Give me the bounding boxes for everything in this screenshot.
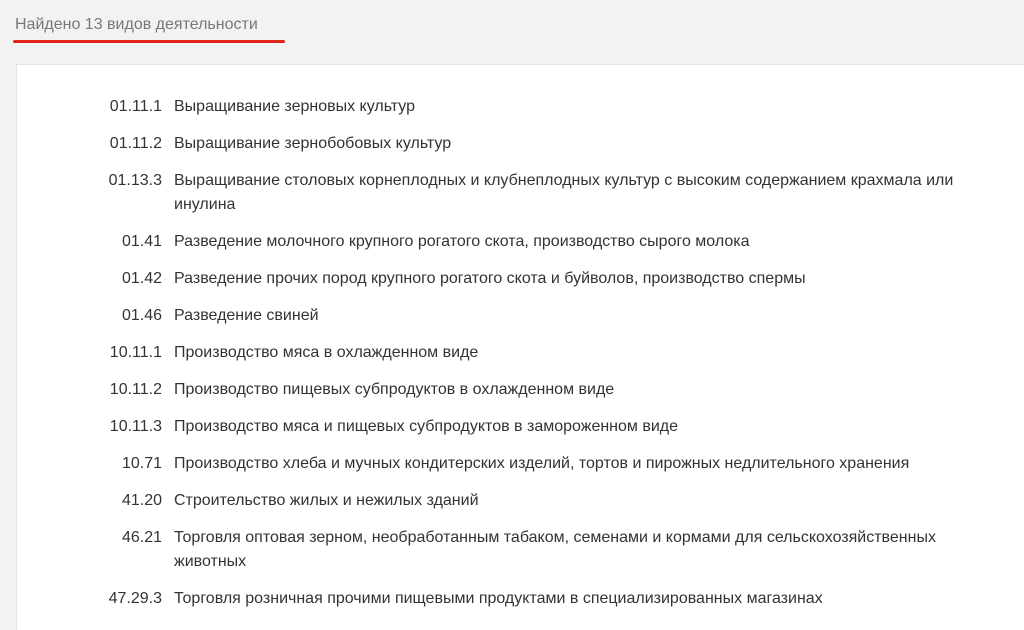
activity-code: 01.11.1	[109, 98, 162, 115]
activity-row: 41.20 Строительство жилых и нежилых здан…	[17, 489, 1024, 513]
activity-row: 01.42 Разведение прочих пород крупного р…	[17, 267, 1024, 291]
activity-name: Выращивание столовых корнеплодных и клуб…	[174, 172, 954, 213]
activity-row: 01.41 Разведение молочного крупного рога…	[17, 230, 1024, 254]
results-header: Найдено 13 видов деятельности	[13, 14, 285, 43]
activity-name: Торговля розничная прочими пищевыми прод…	[174, 590, 823, 607]
activity-row: 10.71 Производство хлеба и мучных кондит…	[17, 452, 1024, 476]
activity-name: Выращивание зернобобовых культур	[174, 135, 452, 152]
activity-row: 01.46 Разведение свиней	[17, 304, 1024, 328]
activity-name: Выращивание зерновых культур	[174, 98, 416, 115]
active-tab-underline	[13, 40, 285, 43]
activity-row: 10.11.2 Производство пищевых субпродукто…	[17, 378, 1024, 402]
activity-row: 01.13.3 Выращивание столовых корнеплодны…	[17, 169, 1024, 217]
activity-code: 01.41	[121, 233, 162, 250]
activities-list: 01.11.1 Выращивание зерновых культур 01.…	[17, 95, 1024, 624]
activity-code: 01.42	[121, 270, 162, 287]
activity-name: Производство мяса и пищевых субпродуктов…	[174, 418, 679, 435]
activity-name: Разведение свиней	[174, 307, 319, 324]
activity-row: 01.11.2 Выращивание зернобобовых культур	[17, 132, 1024, 156]
activity-code: 10.11.1	[109, 344, 162, 361]
activity-row: 10.11.1 Производство мяса в охлажденном …	[17, 341, 1024, 365]
activity-name: Производство пищевых субпродуктов в охла…	[174, 381, 615, 398]
activity-code: 47.29.3	[108, 590, 162, 607]
activity-code: 01.46	[121, 307, 162, 324]
activity-code: 10.71	[121, 455, 162, 472]
activity-name: Торговля оптовая зерном, необработанным …	[174, 529, 936, 570]
activity-name: Строительство жилых и нежилых зданий	[174, 492, 479, 509]
activity-code: 41.20	[121, 492, 162, 509]
activity-row: 01.11.1 Выращивание зерновых культур	[17, 95, 1024, 119]
activity-code: 01.11.2	[109, 135, 162, 152]
results-count-title: Найдено 13 видов деятельности	[15, 16, 258, 33]
activity-row: 10.11.3 Производство мяса и пищевых субп…	[17, 415, 1024, 439]
activity-row: 46.21 Торговля оптовая зерном, необработ…	[17, 526, 1024, 574]
activity-code: 10.11.3	[109, 418, 162, 435]
activities-panel: 01.11.1 Выращивание зерновых культур 01.…	[16, 64, 1024, 630]
activity-name: Производство мяса в охлажденном виде	[174, 344, 479, 361]
activity-code: 46.21	[121, 529, 162, 546]
activity-row: 47.29.3 Торговля розничная прочими пищев…	[17, 587, 1024, 611]
activity-code: 10.11.2	[109, 381, 162, 398]
activity-name: Производство хлеба и мучных кондитерских…	[174, 455, 910, 472]
activity-name: Разведение прочих пород крупного рогатог…	[174, 270, 806, 287]
activity-name: Разведение молочного крупного рогатого с…	[174, 233, 750, 250]
activity-code: 01.13.3	[108, 172, 162, 189]
